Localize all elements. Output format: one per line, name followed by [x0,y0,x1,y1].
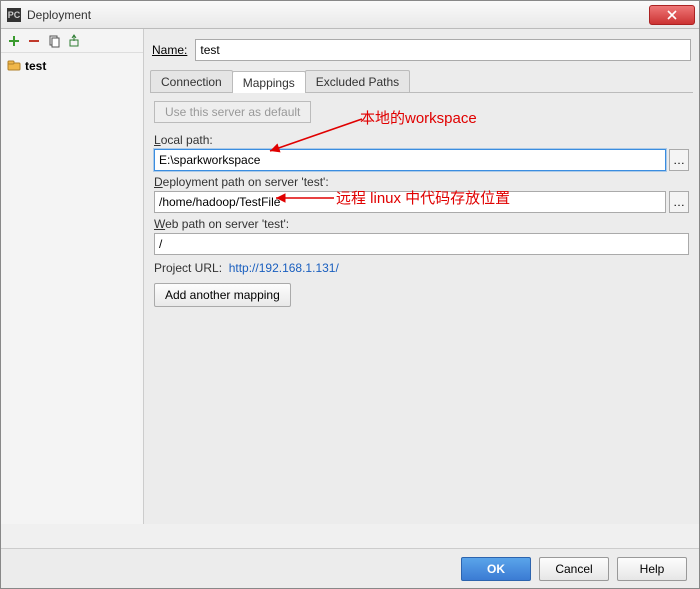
close-button[interactable] [649,5,695,25]
project-url-label: Project URL: [154,261,222,275]
add-icon[interactable] [7,34,21,48]
title-bar: PC Deployment [1,1,699,29]
tab-excluded[interactable]: Excluded Paths [305,70,410,92]
help-button[interactable]: Help [617,557,687,581]
window-title: Deployment [27,8,91,22]
deploy-path-input[interactable] [154,191,666,213]
server-tree: test [1,53,143,79]
sidebar-toolbar [1,29,143,53]
name-input[interactable] [195,39,691,61]
name-row: Name: [150,35,693,69]
tab-body-mappings: Use this server as default Local path: …… [150,93,693,311]
main-area: test Name: Connection Mappings Excluded … [1,29,699,524]
browse-deploy-button[interactable]: … [669,191,689,213]
sidebar: test [1,29,144,524]
copy-icon[interactable] [47,34,61,48]
project-url-row: Project URL: http://192.168.1.131/ [154,261,689,275]
server-item-test[interactable]: test [1,57,143,75]
local-path-input[interactable] [154,149,666,171]
local-path-label: Local path: [154,133,689,147]
web-path-row [154,233,689,255]
remove-icon[interactable] [27,34,41,48]
content-panel: Name: Connection Mappings Excluded Paths… [144,29,699,524]
server-icon [7,59,21,73]
tab-mappings[interactable]: Mappings [232,71,306,93]
deploy-path-row: … [154,191,689,213]
add-mapping-button[interactable]: Add another mapping [154,283,291,307]
project-url-link[interactable]: http://192.168.1.131/ [229,261,339,275]
web-path-input[interactable] [154,233,689,255]
use-default-button: Use this server as default [154,101,311,123]
browse-local-button[interactable]: … [669,149,689,171]
name-label: Name: [152,43,187,57]
app-icon: PC [7,8,21,22]
local-path-row: … [154,149,689,171]
web-path-label: Web path on server 'test': [154,217,689,231]
cancel-button[interactable]: Cancel [539,557,609,581]
tab-connection[interactable]: Connection [150,70,233,92]
ok-button[interactable]: OK [461,557,531,581]
export-icon[interactable] [67,34,81,48]
tabs: Connection Mappings Excluded Paths [150,69,693,93]
close-icon [667,10,677,20]
deploy-path-label: Deployment path on server 'test': [154,175,689,189]
server-item-label: test [25,59,46,73]
dialog-footer: OK Cancel Help [1,548,699,588]
